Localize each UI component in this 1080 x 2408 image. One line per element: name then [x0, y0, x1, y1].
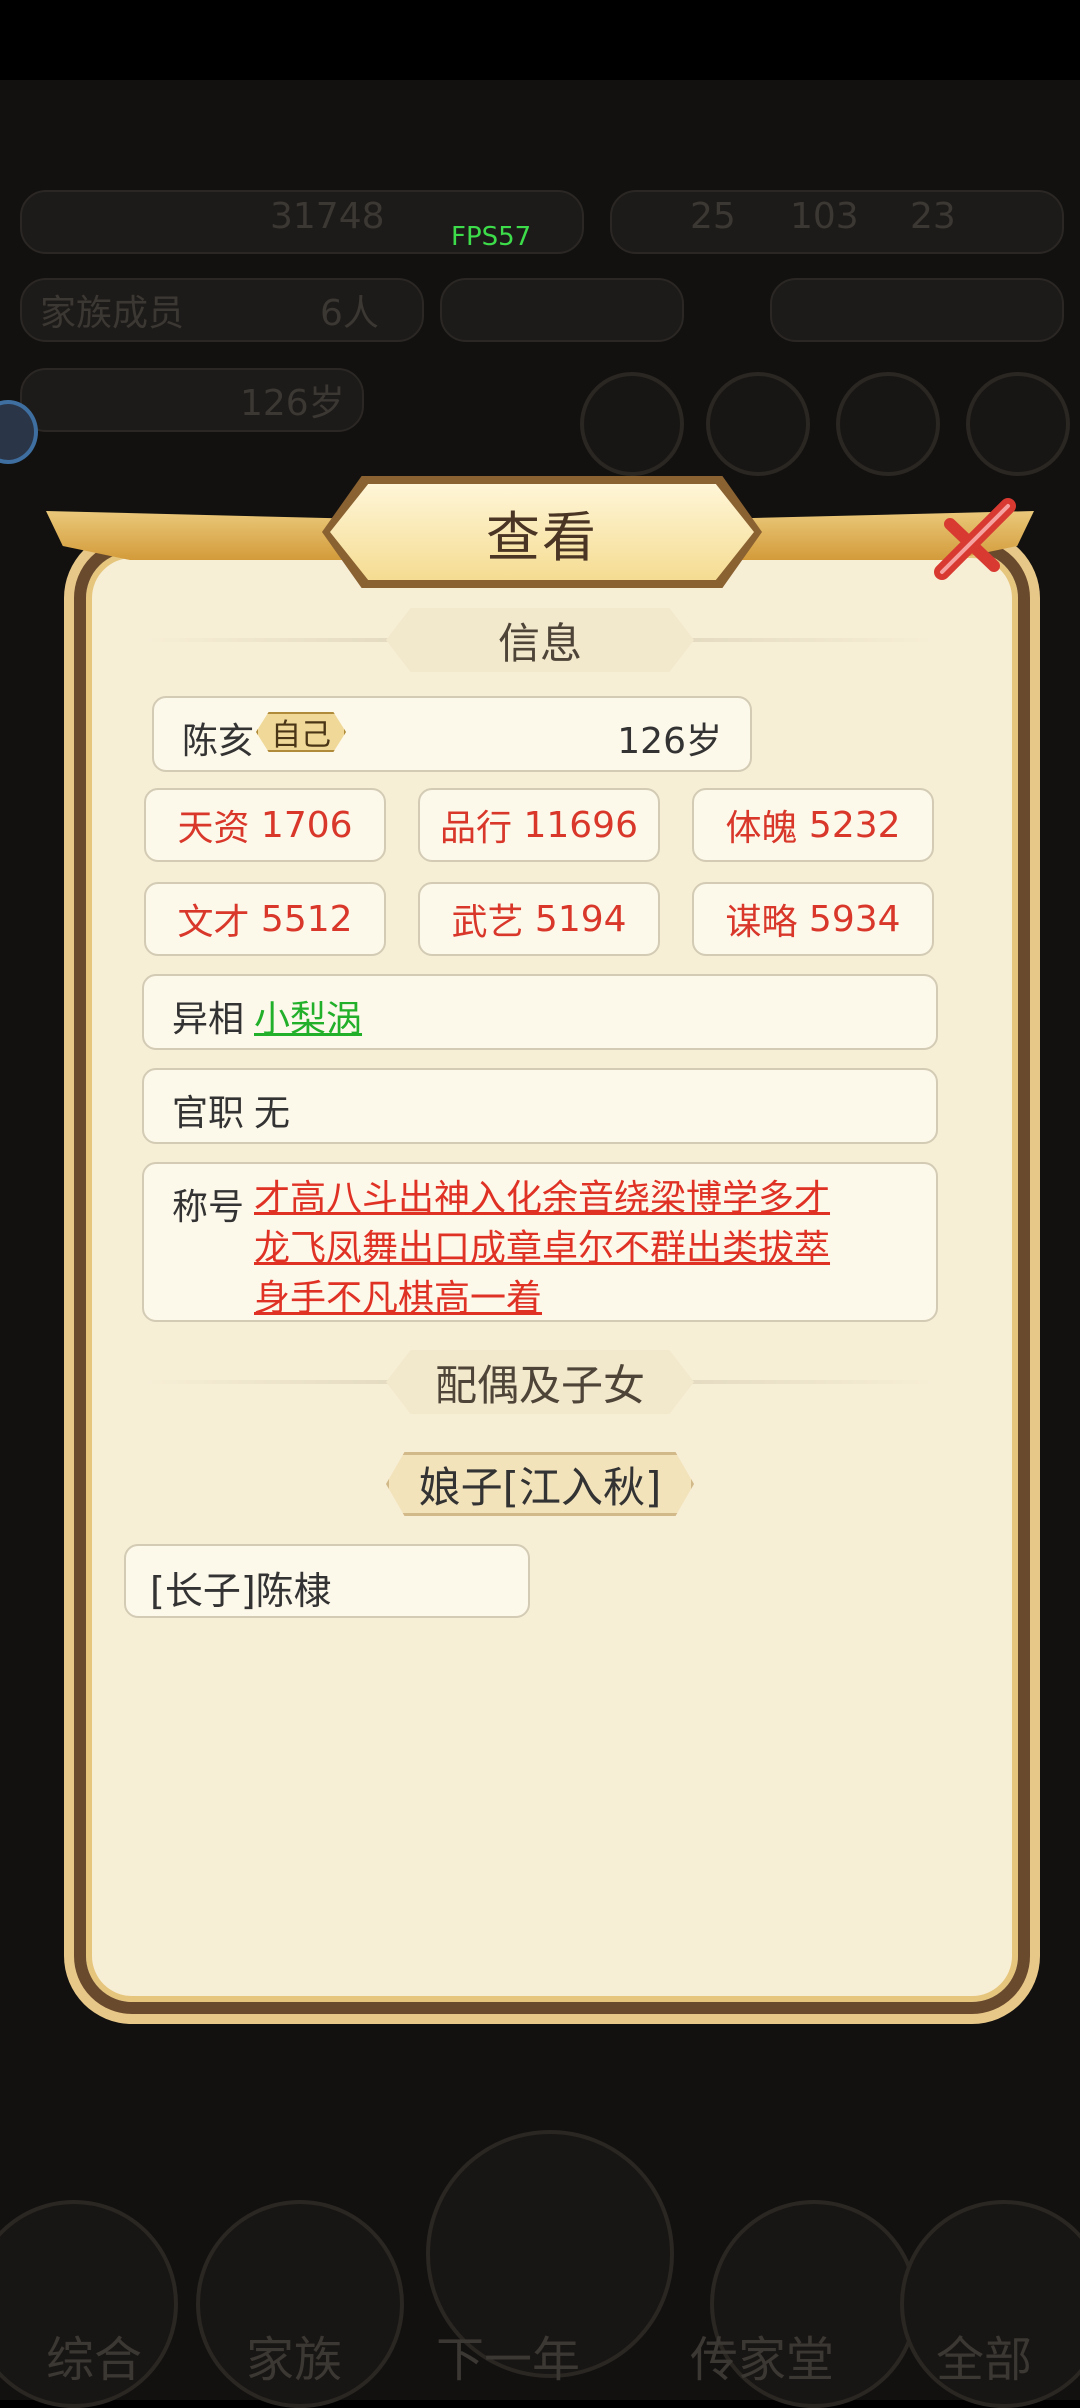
bg-currency-value: 103 — [790, 196, 859, 237]
fps-counter: FPS57 — [451, 222, 532, 252]
title-link[interactable]: 身手不凡棋高一着 — [254, 1274, 874, 1324]
section-title-family: 配偶及子女 — [386, 1350, 694, 1414]
stat-martial: 武艺 5194 — [418, 882, 660, 956]
office-row: 官职 无 — [142, 1068, 938, 1144]
bg-nav-label: 下一年 — [436, 2332, 581, 2388]
child-card[interactable]: [长子]陈棣 — [124, 1544, 530, 1618]
stat-label: 文才 — [177, 902, 250, 943]
bg-family-label: 家族成员 — [40, 293, 185, 334]
stat-talent: 天资 1706 — [144, 788, 386, 862]
titles-row: 称号 才高八斗出神入化余音绕梁博学多才 龙飞凤舞出口成章卓尔不群出类拔萃 身手不… — [142, 1162, 938, 1322]
self-tag: 自己 — [256, 712, 346, 752]
bg-menu-icon — [836, 372, 940, 476]
stat-value: 5194 — [534, 898, 627, 940]
section-title-info: 信息 — [386, 608, 694, 672]
bg-nav-label: 全部 — [936, 2332, 1033, 2388]
spouse-tag[interactable]: 娘子[江入秋] — [386, 1452, 694, 1516]
dialog-title: 查看 — [486, 505, 598, 569]
stat-label: 天资 — [177, 808, 250, 849]
stat-physique: 体魄 5232 — [692, 788, 934, 862]
character-name: 陈亥 — [182, 721, 255, 762]
stat-value: 5232 — [808, 804, 901, 846]
bg-bar — [770, 278, 1064, 342]
close-button[interactable] — [920, 484, 1030, 594]
bg-menu-icon — [966, 372, 1070, 476]
bg-nav-label: 传家堂 — [690, 2332, 835, 2388]
bg-currency-value: 25 — [690, 196, 736, 237]
close-icon — [934, 498, 1016, 580]
bg-age: 126岁 — [240, 383, 345, 424]
bg-bar — [440, 278, 684, 342]
bg-family-count: 6人 — [320, 293, 379, 334]
bg-menu-icon — [580, 372, 684, 476]
title-link[interactable]: 龙飞凤舞出口成章卓尔不群出类拔萃 — [254, 1224, 874, 1274]
stat-value: 11696 — [523, 804, 638, 846]
stat-label: 武艺 — [451, 902, 524, 943]
stat-label: 谋略 — [725, 902, 798, 943]
bg-nav-label: 综合 — [46, 2332, 143, 2388]
stat-value: 5512 — [260, 898, 353, 940]
trait-label: 异相 — [172, 999, 245, 1040]
bg-currency-value: 23 — [910, 196, 956, 237]
title-link[interactable]: 才高八斗出神入化余音绕梁博学多才 — [254, 1174, 874, 1224]
stat-label: 品行 — [440, 808, 513, 849]
stat-value: 5934 — [808, 898, 901, 940]
trait-link[interactable]: 小梨涡 — [254, 990, 362, 1042]
stat-strategy: 谋略 5934 — [692, 882, 934, 956]
titles-label: 称号 — [172, 1187, 245, 1228]
bg-menu-icon — [706, 372, 810, 476]
child-name: [长子]陈棣 — [150, 1569, 332, 1613]
titles-list: 才高八斗出神入化余音绕梁博学多才 龙飞凤舞出口成章卓尔不群出类拔萃 身手不凡棋高… — [254, 1174, 874, 1324]
stat-value: 1706 — [260, 804, 353, 846]
stat-literary: 文才 5512 — [144, 882, 386, 956]
bg-resource-value: 31748 — [270, 196, 385, 237]
stat-conduct: 品行 11696 — [418, 788, 660, 862]
office-value: 无 — [254, 1093, 291, 1134]
name-row: 陈亥 自己 126岁 — [152, 696, 752, 772]
character-age: 126岁 — [617, 721, 722, 762]
stat-label: 体魄 — [725, 808, 798, 849]
office-label: 官职 — [172, 1093, 245, 1134]
bg-nav-label: 家族 — [246, 2332, 343, 2388]
trait-row: 异相 小梨涡 — [142, 974, 938, 1050]
